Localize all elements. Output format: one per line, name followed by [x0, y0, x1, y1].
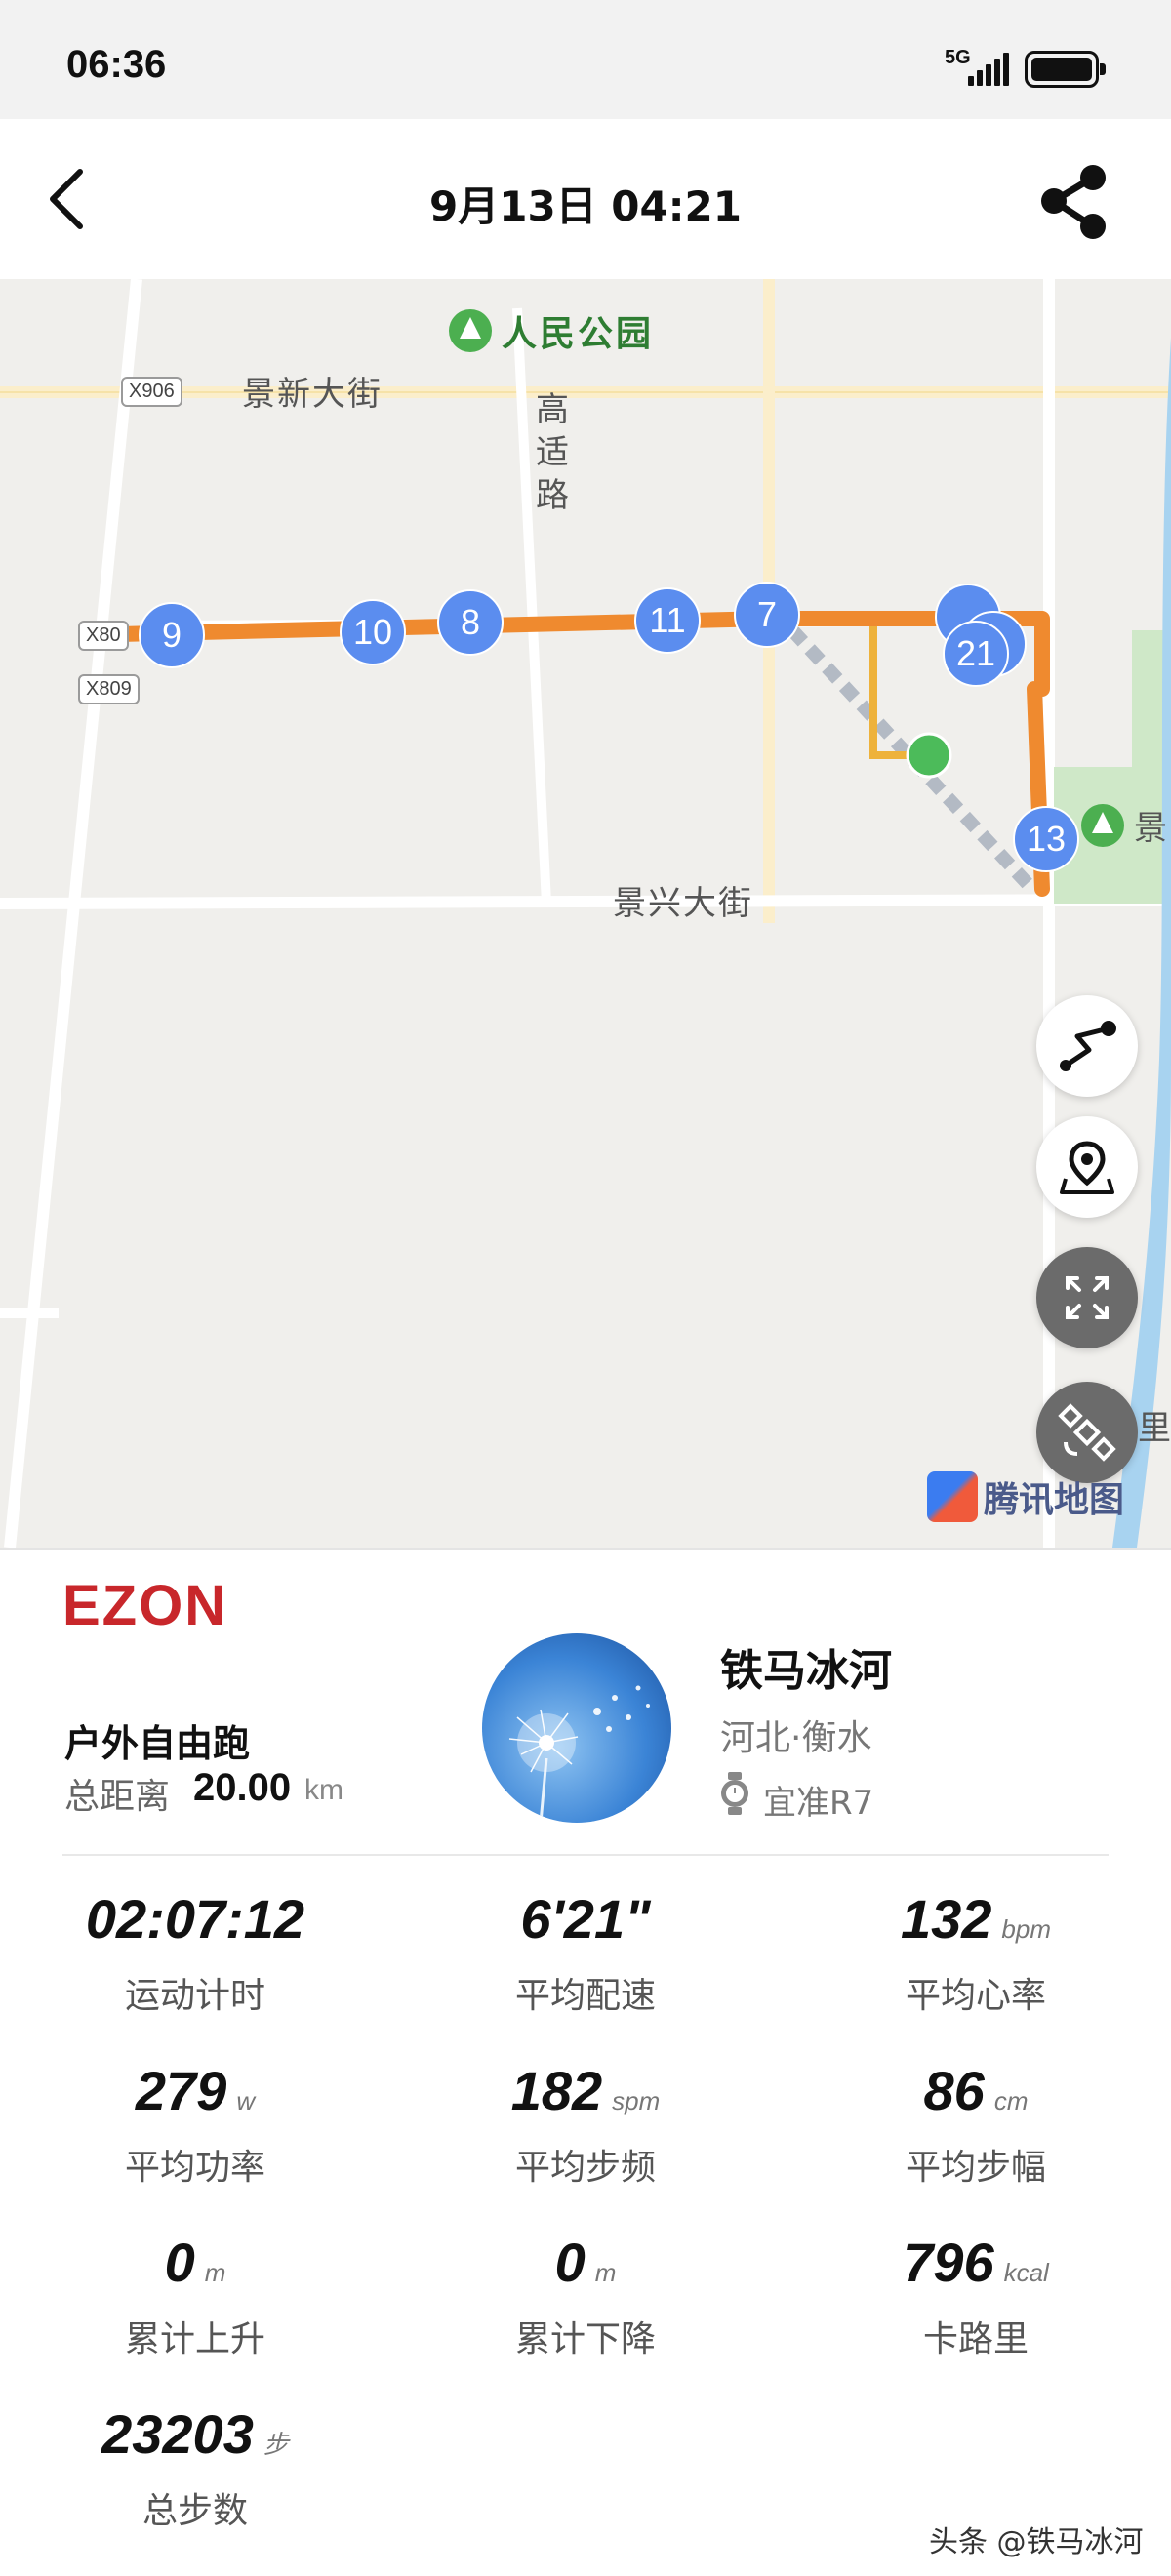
location-button[interactable]	[1036, 1116, 1138, 1218]
map-attribution: 腾讯地图	[927, 1471, 1124, 1522]
fullscreen-button[interactable]	[1036, 1247, 1138, 1348]
expand-icon	[1066, 1276, 1109, 1319]
device-name: 宜准R7	[763, 1784, 874, 1823]
stat-avg-pace: 6'21" 平均配速	[514, 1888, 656, 2016]
signal-icon	[968, 51, 1009, 86]
dandelion-image	[508, 1685, 650, 1823]
stat-avg-power: 279 w 平均功率	[124, 2060, 265, 2188]
km-marker[interactable]: 13	[1013, 806, 1079, 872]
km-marker[interactable]: 11	[634, 587, 701, 654]
share-button[interactable]	[1030, 158, 1118, 246]
km-marker[interactable]: 9	[139, 602, 205, 668]
km-marker[interactable]: 8	[437, 589, 504, 656]
km-marker[interactable]: 7	[734, 582, 800, 648]
road-tag-x809: X809	[78, 674, 140, 704]
top-bar: 9月13日 04:21	[0, 119, 1171, 279]
distance-label: 总距离	[64, 1777, 171, 1817]
distance-unit: km	[304, 1774, 343, 1806]
route-icon	[1060, 1021, 1116, 1071]
status-bar: 06:36 5G	[0, 0, 1171, 119]
km-marker[interactable]: 21	[943, 621, 1009, 687]
watch-icon	[721, 1772, 748, 1815]
satellite-icon	[1058, 1403, 1116, 1462]
stat-avg-stride: 86 cm 平均步幅	[905, 2060, 1046, 2188]
satellite-button[interactable]	[1036, 1382, 1138, 1483]
network-type: 5G	[945, 47, 971, 68]
user-location: 河北·衡水	[720, 1718, 872, 1758]
map-pin-icon	[1060, 1141, 1114, 1194]
road-label-jingxin: 景新大街	[242, 375, 383, 414]
road-label-jingxing: 景兴大街	[613, 884, 753, 923]
brand-logo: EZON	[62, 1574, 228, 1637]
park-label-right: 景	[1081, 801, 1169, 849]
km-marker[interactable]: 10	[340, 599, 406, 665]
distance-value: 20.00	[193, 1766, 292, 1809]
route-map[interactable]: 人民公园 景新大街 高适路 景兴大街 X906 X80 X809 景 里亻 9 …	[0, 279, 1171, 1550]
divider	[62, 1854, 1109, 1856]
map-base	[0, 279, 1171, 1548]
tree-icon	[1081, 803, 1124, 847]
status-time: 06:36	[66, 43, 167, 86]
road-tag-x906: X906	[121, 377, 182, 407]
page-title: 9月13日 04:21	[429, 182, 742, 230]
sport-type: 户外自由跑	[64, 1722, 251, 1765]
stat-avg-heart-rate: 132 bpm 平均心率	[900, 1888, 1051, 2016]
route-playback-button[interactable]	[1036, 995, 1138, 1097]
stat-total-ascent: 0m 累计上升	[124, 2232, 265, 2359]
tree-icon	[449, 309, 492, 352]
park-label-renmin: 人民公园	[449, 306, 654, 355]
share-icon	[1041, 165, 1106, 239]
stat-total-steps: 23203 步 总步数	[101, 2403, 289, 2531]
stat-total-descent: 0m 累计下降	[514, 2232, 656, 2359]
tencent-map-logo	[927, 1471, 978, 1522]
road-tag-x80: X80	[78, 621, 129, 651]
edge-place-label: 里亻	[1138, 1409, 1171, 1448]
watermark: 头条 @铁马冰河	[929, 2525, 1144, 2559]
stat-avg-cadence: 182 spm 平均步频	[510, 2060, 661, 2188]
stat-calories: 796 kcal 卡路里	[903, 2232, 1049, 2359]
user-name: 铁马冰河	[720, 1646, 892, 1696]
road-label-gaoshi: 高适路	[536, 390, 569, 515]
battery-icon	[1025, 51, 1106, 88]
avatar[interactable]	[482, 1633, 671, 1823]
stat-duration: 02:07:12 运动计时	[85, 1888, 305, 2016]
